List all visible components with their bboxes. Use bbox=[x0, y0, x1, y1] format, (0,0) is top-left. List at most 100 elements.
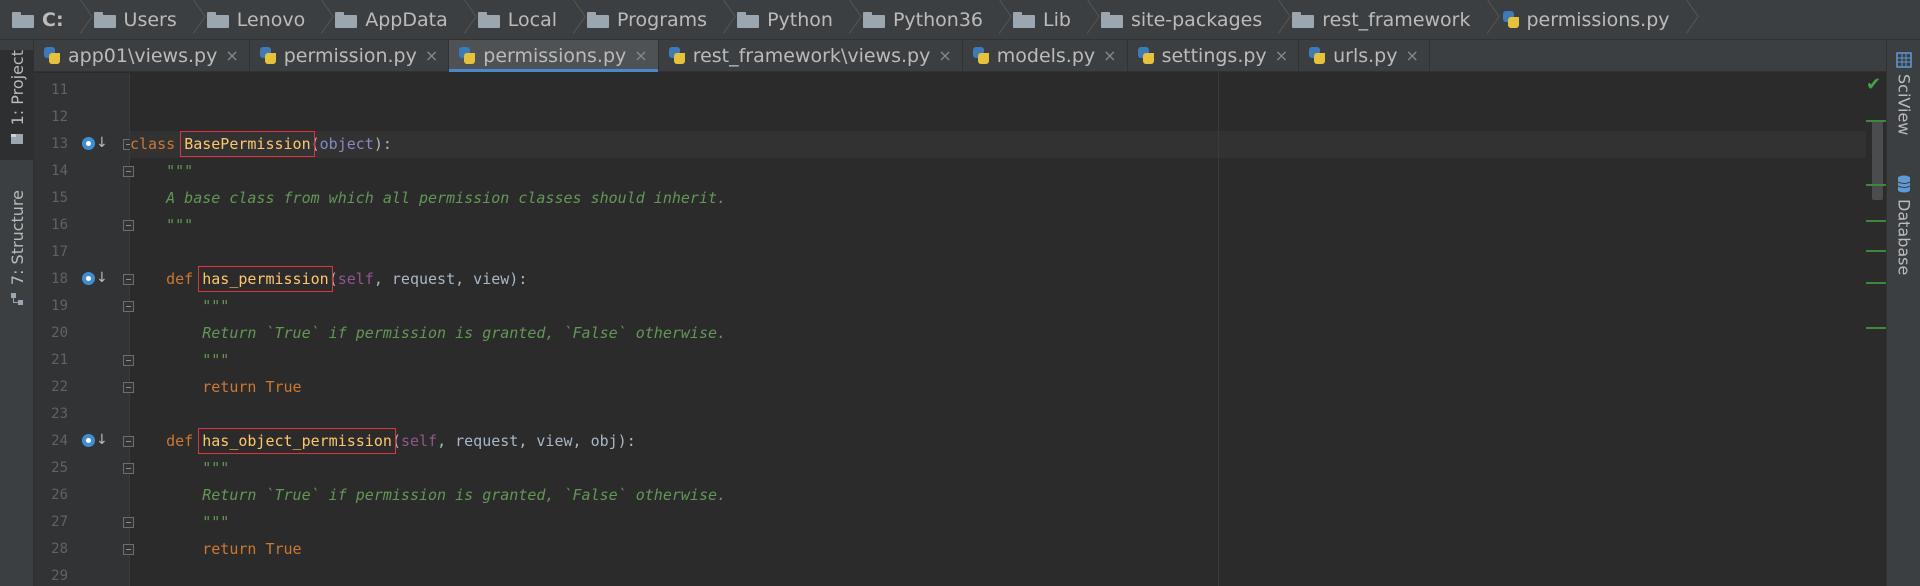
breadcrumb-item[interactable]: Lenovo bbox=[206, 0, 335, 40]
toolwindow-sciview-tab[interactable]: SciView bbox=[1887, 52, 1920, 135]
close-icon[interactable]: × bbox=[1275, 46, 1288, 65]
close-icon[interactable]: × bbox=[634, 46, 647, 65]
breadcrumb-item[interactable]: C: bbox=[12, 0, 94, 40]
code-line[interactable]: def has_permission(self, request, view): bbox=[130, 266, 1866, 293]
breadcrumb-item[interactable]: Python36 bbox=[862, 0, 1013, 40]
highlight-box bbox=[198, 428, 396, 454]
breadcrumb-label: Lib bbox=[1043, 8, 1071, 31]
breadcrumb-item[interactable]: Python bbox=[737, 0, 863, 40]
check-icon: ✔ bbox=[1866, 74, 1882, 95]
breadcrumb-item[interactable]: permissions.py bbox=[1501, 0, 1700, 40]
override-method-icon[interactable]: ↓ bbox=[82, 270, 108, 288]
editor-tab[interactable]: permission.py × bbox=[250, 40, 450, 71]
editor-tab[interactable]: permissions.py × bbox=[449, 40, 659, 72]
change-marker[interactable] bbox=[1866, 327, 1886, 329]
breadcrumb-item[interactable]: site-packages bbox=[1100, 0, 1292, 40]
code-line[interactable]: Return `True` if permission is granted, … bbox=[130, 482, 1866, 509]
breadcrumb-separator bbox=[456, 0, 470, 40]
editor-tab[interactable]: models.py × bbox=[963, 40, 1128, 71]
code-area[interactable]: class BasePermission(object): """ A base… bbox=[130, 73, 1866, 586]
line-number: 20 bbox=[51, 325, 68, 341]
code-line[interactable] bbox=[130, 401, 1866, 428]
code-editor[interactable]: 11 12 13 ↓ 14 15 16 17 18 ↓ 19 20 21 22 23 24 ↓ 25 26 27 28 2… bbox=[34, 73, 1886, 586]
line-number: 27 bbox=[51, 514, 68, 530]
code-line[interactable]: """ bbox=[130, 158, 1866, 185]
breadcrumb-separator bbox=[715, 0, 729, 40]
sciview-grid-icon bbox=[1896, 52, 1912, 68]
close-icon[interactable]: × bbox=[225, 46, 238, 65]
toolwindow-database-label: Database bbox=[1894, 199, 1914, 276]
close-icon[interactable]: × bbox=[938, 46, 951, 65]
breadcrumb-separator bbox=[565, 0, 579, 40]
breadcrumb-separator bbox=[1079, 0, 1093, 40]
change-marker[interactable] bbox=[1866, 282, 1886, 284]
breadcrumb-item[interactable]: Users bbox=[93, 0, 207, 40]
line-number: 22 bbox=[51, 379, 68, 395]
line-number: 12 bbox=[51, 109, 68, 125]
toolwindow-project-tab[interactable]: 1: Project bbox=[0, 50, 34, 160]
close-icon[interactable]: × bbox=[1103, 46, 1116, 65]
editor-gutter: 11 12 13 ↓ 14 15 16 17 18 ↓ 19 20 21 22 23 24 ↓ 25 26 27 28 2… bbox=[34, 73, 134, 586]
breadcrumb-item[interactable]: Lib bbox=[1013, 0, 1101, 40]
editor-tab[interactable]: settings.py × bbox=[1128, 40, 1300, 71]
line-number: 15 bbox=[51, 190, 68, 206]
override-method-icon[interactable]: ↓ bbox=[82, 135, 108, 153]
breadcrumb-item[interactable]: rest_framework bbox=[1292, 0, 1500, 40]
breadcrumb-item[interactable]: Local bbox=[477, 0, 587, 40]
line-number: 13 bbox=[51, 136, 68, 152]
line-number: 14 bbox=[51, 163, 68, 179]
toolwindow-structure-tab[interactable]: 7: Structure bbox=[0, 190, 34, 350]
breadcrumb-separator bbox=[185, 0, 199, 40]
breadcrumb-label: AppData bbox=[365, 8, 448, 31]
line-number: 18 bbox=[51, 271, 68, 287]
python-file-icon bbox=[457, 46, 477, 66]
folder-icon bbox=[587, 11, 609, 28]
python-file-icon bbox=[1501, 10, 1521, 30]
folder-icon bbox=[1292, 11, 1315, 28]
close-icon[interactable]: × bbox=[1405, 46, 1418, 65]
code-line[interactable] bbox=[130, 77, 1866, 104]
breadcrumb-label: Python bbox=[767, 8, 833, 31]
code-line[interactable]: return True bbox=[130, 536, 1866, 563]
code-line[interactable]: """ bbox=[130, 509, 1866, 536]
editor-tab[interactable]: app01\views.py × bbox=[34, 40, 250, 71]
vertical-scrollbar-thumb[interactable] bbox=[1872, 120, 1883, 200]
code-line[interactable]: """ bbox=[130, 347, 1866, 374]
override-method-icon[interactable]: ↓ bbox=[82, 432, 108, 450]
code-line[interactable] bbox=[130, 239, 1866, 266]
code-line[interactable] bbox=[130, 104, 1866, 131]
folder-icon bbox=[12, 11, 34, 28]
code-line[interactable]: A base class from which all permission c… bbox=[130, 185, 1866, 212]
folder-icon bbox=[862, 11, 885, 28]
breadcrumb-item[interactable]: Programs bbox=[587, 0, 737, 40]
left-toolwindow-strip: 1: Project 7: Structure bbox=[0, 40, 34, 586]
change-marker[interactable] bbox=[1866, 220, 1886, 222]
breadcrumb-label: permissions.py bbox=[1526, 8, 1670, 31]
python-file-icon bbox=[258, 46, 278, 66]
change-marker[interactable] bbox=[1866, 250, 1886, 252]
code-line[interactable]: """ bbox=[130, 212, 1866, 239]
breadcrumb-separator bbox=[1270, 0, 1284, 40]
database-icon bbox=[1897, 175, 1911, 193]
editor-tab[interactable]: rest_framework\views.py × bbox=[659, 40, 963, 71]
code-line[interactable]: class BasePermission(object): bbox=[130, 131, 1866, 158]
code-line[interactable]: """ bbox=[130, 455, 1866, 482]
breadcrumb-separator bbox=[1479, 0, 1493, 40]
code-line[interactable]: return True bbox=[130, 374, 1866, 401]
change-marker[interactable] bbox=[1866, 120, 1886, 122]
editor-tab-label: urls.py bbox=[1333, 44, 1398, 67]
close-icon[interactable]: × bbox=[425, 46, 438, 65]
toolwindow-database-tab[interactable]: Database bbox=[1887, 175, 1920, 275]
code-line[interactable]: Return `True` if permission is granted, … bbox=[130, 320, 1866, 347]
code-line[interactable] bbox=[130, 563, 1866, 586]
breadcrumb-label: site-packages bbox=[1130, 8, 1263, 31]
code-line[interactable]: """ bbox=[130, 293, 1866, 320]
change-marker[interactable] bbox=[1866, 184, 1886, 186]
line-number: 17 bbox=[51, 244, 68, 260]
breadcrumb-separator bbox=[991, 0, 1005, 40]
editor-tab-label: models.py bbox=[996, 44, 1096, 67]
editor-tab-bar: app01\views.py × permission.py × permissions… bbox=[34, 40, 1886, 72]
breadcrumb-item[interactable]: AppData bbox=[335, 0, 478, 40]
editor-tab[interactable]: urls.py × bbox=[1299, 40, 1430, 71]
breadcrumb-label: rest_framework bbox=[1322, 8, 1471, 31]
